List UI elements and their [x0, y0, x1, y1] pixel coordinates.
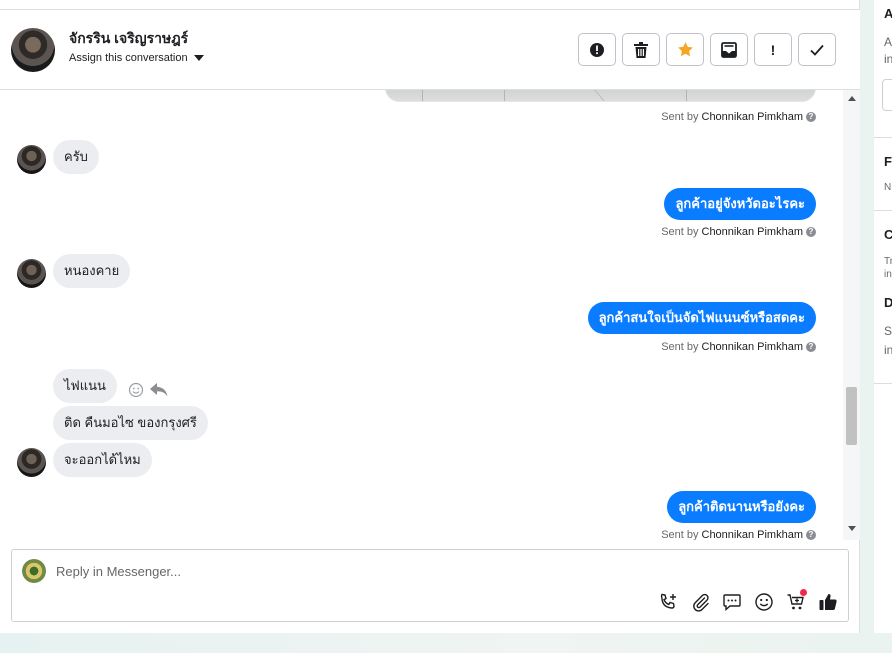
- image-attachment[interactable]: [385, 90, 816, 102]
- panel-section-text: in: [884, 269, 892, 280]
- mark-unread-button[interactable]: [710, 33, 748, 66]
- contact-avatar-small[interactable]: [17, 145, 46, 174]
- contact-name[interactable]: จักรริน เจริญราษฎร์: [69, 28, 188, 50]
- envelope-icon: [721, 41, 737, 58]
- thumbs-up-icon: [819, 594, 837, 610]
- follow-up-button[interactable]: !: [754, 33, 792, 66]
- paperclip-icon: [693, 593, 709, 612]
- agent-name[interactable]: Chonnikan Pimkham: [702, 341, 804, 353]
- sent-by-label: Sent by Chonnikan Pimkham ?: [661, 111, 816, 123]
- scrollbar-thumb[interactable]: [846, 387, 857, 445]
- page-avatar: [22, 559, 46, 583]
- contact-avatar-small[interactable]: [17, 259, 46, 288]
- agent-name[interactable]: Chonnikan Pimkham: [702, 226, 804, 238]
- panel-section-heading: C: [884, 227, 892, 242]
- panel-section-text: in: [884, 52, 892, 66]
- panel-section-text: Sl: [884, 324, 892, 338]
- sent-by-label: Sent by Chonnikan Pimkham ?: [661, 341, 816, 353]
- star-icon: [677, 42, 693, 57]
- help-icon[interactable]: ?: [806, 342, 816, 352]
- sent-by-label: Sent by Chonnikan Pimkham ?: [661, 226, 816, 238]
- phone-plus-icon: [660, 593, 676, 609]
- emoji-button[interactable]: [754, 592, 774, 612]
- contact-avatar[interactable]: [11, 28, 55, 72]
- conversation-header: จักรริน เจริญราษฎร์ Assign this conversa…: [0, 10, 860, 90]
- smiley-reaction-icon[interactable]: [128, 382, 144, 398]
- composer-toolbar: [658, 589, 838, 612]
- panel-section-text: N: [884, 182, 892, 193]
- outgoing-message[interactable]: ลูกค้าอยู่จังหวัดอะไรคะ: [664, 188, 816, 220]
- panel-divider: [874, 210, 892, 211]
- header-action-bar: !: [578, 33, 836, 66]
- assign-label: Assign this conversation: [69, 52, 188, 64]
- chevron-down-icon: [193, 55, 204, 61]
- add-to-cart-button[interactable]: [786, 589, 807, 612]
- chat-bubble-icon: [723, 594, 741, 612]
- reply-composer: [11, 549, 849, 622]
- spam-button[interactable]: [578, 33, 616, 66]
- smiley-icon: [755, 593, 773, 611]
- exclamation-icon: !: [770, 41, 776, 58]
- panel-divider: [874, 383, 892, 384]
- done-button[interactable]: [798, 33, 836, 66]
- outgoing-message[interactable]: ลูกค้าสนใจเป็นจัดไฟแนนซ์หรือสดคะ: [587, 302, 816, 334]
- panel-divider: [874, 137, 892, 138]
- panel-section-heading: D: [884, 295, 892, 310]
- panel-action-button[interactable]: [882, 79, 892, 111]
- trash-icon: [634, 41, 648, 58]
- outgoing-message[interactable]: ลูกค้าติดนานหรือยังคะ: [667, 491, 816, 523]
- panel-section-text: A: [884, 35, 892, 49]
- help-icon[interactable]: ?: [806, 227, 816, 237]
- message-hover-actions: [128, 382, 168, 398]
- alert-circle-icon: [590, 42, 604, 57]
- agent-name[interactable]: Chonnikan Pimkham: [702, 529, 804, 540]
- message-thread[interactable]: Sent by Chonnikan Pimkham ? ครับ ลูกค้าอ…: [0, 90, 843, 540]
- star-button[interactable]: [666, 33, 704, 66]
- assign-conversation-dropdown[interactable]: Assign this conversation: [69, 52, 204, 64]
- check-icon: [810, 44, 824, 56]
- incoming-message[interactable]: จะออกได้ไหม: [53, 443, 152, 477]
- panel-section-heading: A: [884, 6, 892, 21]
- help-icon[interactable]: ?: [806, 530, 816, 540]
- panel-section-heading: F: [884, 154, 892, 169]
- notification-dot: [800, 589, 807, 596]
- chat-panel: จักรริน เจริญราษฎร์ Assign this conversa…: [0, 0, 860, 633]
- scroll-down-arrow-icon[interactable]: [848, 526, 856, 531]
- panel-section-text: Tr: [884, 256, 892, 267]
- attach-button[interactable]: [690, 592, 710, 612]
- delete-button[interactable]: [622, 33, 660, 66]
- message-scrollbar[interactable]: [843, 90, 860, 540]
- customer-info-panel: A A in F N C Tr in D Sl in: [874, 0, 892, 633]
- panel-section-text: in: [884, 343, 892, 357]
- incoming-message[interactable]: ครับ: [53, 140, 99, 174]
- reply-input[interactable]: [56, 561, 756, 581]
- agent-name[interactable]: Chonnikan Pimkham: [702, 111, 804, 123]
- like-button[interactable]: [818, 592, 838, 612]
- contact-avatar-small[interactable]: [17, 448, 46, 477]
- reply-arrow-icon[interactable]: [150, 383, 168, 397]
- saved-replies-button[interactable]: [722, 592, 742, 612]
- scroll-up-arrow-icon[interactable]: [848, 96, 856, 101]
- incoming-message[interactable]: หนองคาย: [53, 254, 131, 288]
- incoming-message[interactable]: ติด คืนมอไซ ของกรุงศรี: [53, 406, 208, 440]
- call-button[interactable]: [658, 592, 678, 612]
- help-icon[interactable]: ?: [806, 112, 816, 122]
- sent-by-label: Sent by Chonnikan Pimkham ?: [661, 529, 816, 540]
- incoming-message[interactable]: ไฟแนน: [53, 369, 117, 403]
